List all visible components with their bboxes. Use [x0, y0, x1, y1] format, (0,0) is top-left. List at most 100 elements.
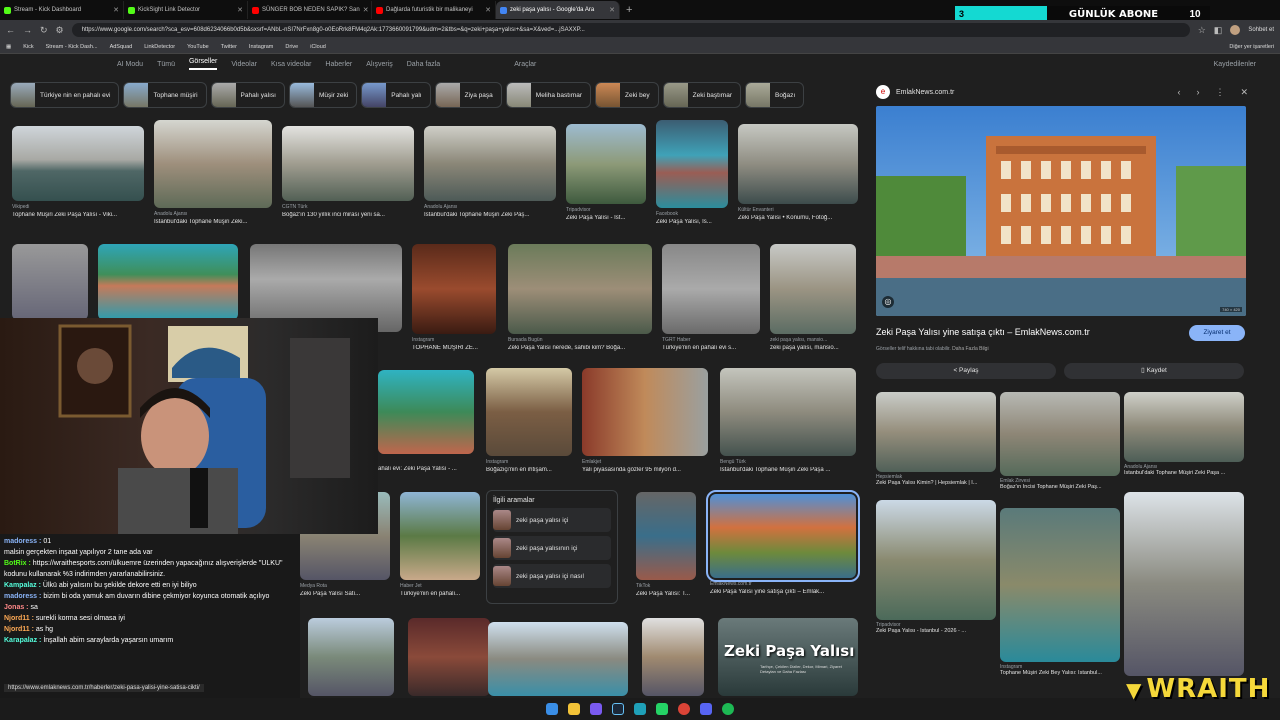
- image-result[interactable]: Instagram TOPHANE MÜŞİRİ ZE...: [412, 244, 496, 351]
- image-result[interactable]: ahalı evi: Zeki Paşa Yalısı - ...: [378, 370, 474, 472]
- close-icon[interactable]: ✕: [363, 6, 369, 14]
- more-icon[interactable]: ⋮: [1215, 87, 1224, 98]
- whatsapp-icon[interactable]: [656, 703, 668, 715]
- image-result[interactable]: Kültür Envanteri Zeki Paşa Yalısı • Konum…: [738, 124, 858, 221]
- bookmark-linkdetector[interactable]: LinkDetector: [144, 44, 175, 50]
- similar-image[interactable]: [1124, 492, 1244, 676]
- chrome-icon[interactable]: [678, 703, 690, 715]
- tab-youtube-futuristic[interactable]: Dağlarda futuristik bir malikaneyi ✕: [372, 1, 496, 19]
- tab-kick-dashboard[interactable]: Stream - Kick Dashboard ✕: [0, 1, 124, 19]
- chip[interactable]: Zeki bey: [595, 82, 659, 108]
- file-explorer-icon[interactable]: [568, 703, 580, 715]
- related-item[interactable]: zeki paşa yalısı içi: [493, 508, 611, 532]
- image-result[interactable]: Bengü Türk İstanbul'daki Tophane Müşiri Z…: [720, 368, 856, 473]
- image-result[interactable]: Facebook Zeki Paşa Yalısı, İs...: [656, 120, 728, 225]
- profile-avatar[interactable]: [1230, 25, 1241, 35]
- close-icon[interactable]: ✕: [485, 6, 491, 14]
- similar-image[interactable]: Anadolu Ajansı İstanbul'daki Tophane Müşi…: [1124, 392, 1244, 476]
- forward-icon[interactable]: →: [23, 25, 32, 35]
- bookmark-icloud[interactable]: iCloud: [310, 44, 326, 50]
- site-info-icon[interactable]: ⚙: [56, 25, 64, 36]
- back-icon[interactable]: ←: [6, 25, 15, 35]
- chip[interactable]: Müşir zeki: [288, 82, 358, 108]
- similar-image[interactable]: Emlak Zirvesi Boğaz'ın İncisi Tophane Müş…: [1000, 392, 1120, 490]
- image-result[interactable]: Instagram Boğaziçi'nin en ihtişam...: [486, 368, 572, 473]
- image-result[interactable]: TGRT Haber Türkiye'nin en pahalı evi s...: [662, 244, 760, 351]
- chip[interactable]: Türkiye nin en pahalı evi: [10, 82, 120, 108]
- chat-button[interactable]: Sohbet et: [1248, 27, 1274, 33]
- edge-icon[interactable]: [634, 703, 646, 715]
- image-result[interactable]: Emlakjet Yalı piyasasında gözler 95 milyo…: [582, 368, 708, 473]
- image-result[interactable]: Anadolu Ajansı İstanbul'daki Tophane Müşi…: [154, 120, 272, 225]
- next-icon[interactable]: ›: [1196, 87, 1199, 98]
- image-result[interactable]: Anadolu Ajansı İstanbul'daki Tophane Müşi…: [424, 126, 556, 218]
- lens-icon[interactable]: ◎: [882, 296, 894, 308]
- spotify-icon[interactable]: [722, 703, 734, 715]
- tab-kicksight[interactable]: KickSight Link Detector ✕: [124, 1, 248, 19]
- steam-icon[interactable]: [612, 703, 624, 715]
- chip[interactable]: Meliha bastımar: [505, 82, 592, 108]
- image-result[interactable]: CGTN Türk Boğaz'ın 130 yıllık inci mirası…: [282, 126, 414, 218]
- image-result[interactable]: [408, 618, 490, 696]
- chip[interactable]: Pahalı yalı: [361, 82, 431, 108]
- similar-image[interactable]: Tripadvisor Zeki Paşa Yalısı - İstanbul -…: [876, 500, 996, 634]
- image-result[interactable]: Tripadvisor Zeki Paşa Yalısı - İst...: [566, 124, 646, 221]
- image-result[interactable]: [308, 618, 394, 696]
- panel-source[interactable]: EmlakNews.com.tr: [896, 89, 954, 96]
- bookmark-kick[interactable]: Kick: [23, 44, 33, 50]
- chip[interactable]: Pahalı yalısı: [210, 82, 285, 108]
- tab-ai-mode[interactable]: AI Modu: [117, 61, 143, 68]
- image-result[interactable]: [98, 244, 238, 320]
- close-icon[interactable]: ✕: [1240, 87, 1248, 98]
- app-icon[interactable]: [590, 703, 602, 715]
- image-result[interactable]: Bursada Bugün Zeki Paşa Yalısı nerede, sa…: [508, 244, 652, 351]
- image-result-selected[interactable]: EmlakNews.com.tr Zeki Paşa Yalısı yine sa…: [706, 490, 860, 595]
- related-item[interactable]: zeki paşa yalısının içi: [493, 536, 611, 560]
- similar-image[interactable]: Hepsiemlak Zeki Paşa Yalısı Kimin? | Heps…: [876, 392, 996, 486]
- close-icon[interactable]: ✕: [237, 6, 243, 14]
- bookmark-adsquad[interactable]: AdSquad: [110, 44, 133, 50]
- prev-icon[interactable]: ‹: [1177, 87, 1180, 98]
- image-result[interactable]: [488, 622, 628, 696]
- app-icon[interactable]: [700, 703, 712, 715]
- saved-link[interactable]: Kaydedilenler: [1214, 61, 1256, 68]
- share-button[interactable]: < Paylaş: [876, 363, 1056, 379]
- chip[interactable]: Boğazı: [744, 82, 805, 108]
- visit-button[interactable]: Ziyaret et: [1189, 325, 1245, 341]
- tab-more[interactable]: Daha fazla: [407, 61, 440, 68]
- tab-short-videos[interactable]: Kısa videolar: [271, 61, 311, 68]
- image-result[interactable]: Zeki Paşa Yalısı Tarihçe, Çekilen Dizile…: [718, 618, 858, 696]
- extensions-icon[interactable]: ◧: [1214, 25, 1223, 36]
- start-icon[interactable]: [546, 703, 558, 715]
- preview-title[interactable]: Zeki Paşa Yalısı yine satışa çıktı – Eml…: [876, 327, 1090, 337]
- image-result[interactable]: Haber Jet Türkiye'nin en pahalı...: [400, 492, 480, 597]
- tab-youtube-sunger-bob[interactable]: SÜNGER BOB NEDEN SAPIK? San ✕: [248, 1, 372, 19]
- image-result[interactable]: [642, 618, 704, 696]
- image-result[interactable]: zeki paşa yalısı, mansio... zeki paşa yal…: [770, 244, 856, 351]
- tab-all[interactable]: Tümü: [157, 61, 175, 68]
- related-item[interactable]: zeki paşa yalısı içi nasıl: [493, 564, 611, 588]
- tab-google-search[interactable]: zeki paşa yalısı - Google'da Ara ✕: [496, 1, 620, 19]
- chip[interactable]: Tophane müşiri: [123, 82, 207, 108]
- close-icon[interactable]: ✕: [113, 6, 119, 14]
- bookmark-instagram[interactable]: Instagram: [249, 44, 273, 50]
- preview-image[interactable]: ◎ 740 × 420: [876, 106, 1246, 316]
- other-bookmarks[interactable]: Diğer yer işaretleri: [1229, 44, 1274, 50]
- bookmark-drive[interactable]: Drive: [285, 44, 298, 50]
- image-result[interactable]: Vikipedi Tophane Müşiri Zeki Paşa Yalısı …: [12, 126, 144, 218]
- url-field[interactable]: https://www.google.com/search?sca_esv=60…: [71, 23, 1190, 37]
- learn-more-link[interactable]: Daha Fazla Bilgi: [952, 346, 988, 352]
- star-icon[interactable]: ☆: [1198, 25, 1206, 36]
- image-result[interactable]: TikTok Zeki Paşa Yalısı: T...: [636, 492, 696, 597]
- tab-images[interactable]: Görseller: [188, 58, 218, 70]
- apps-icon[interactable]: ▦: [6, 44, 11, 50]
- reload-icon[interactable]: ↻: [40, 25, 48, 36]
- chip[interactable]: Zeki baştımar: [662, 82, 741, 108]
- tab-videos[interactable]: Videolar: [231, 61, 257, 68]
- close-icon[interactable]: ✕: [609, 6, 615, 14]
- bookmark-stream-dashboard[interactable]: Stream - Kick Dash...: [46, 44, 98, 50]
- bookmark-twitter[interactable]: Twitter: [221, 44, 237, 50]
- new-tab-button[interactable]: +: [620, 4, 638, 16]
- tools-button[interactable]: Araçlar: [514, 61, 536, 68]
- bookmark-youtube[interactable]: YouTube: [187, 44, 209, 50]
